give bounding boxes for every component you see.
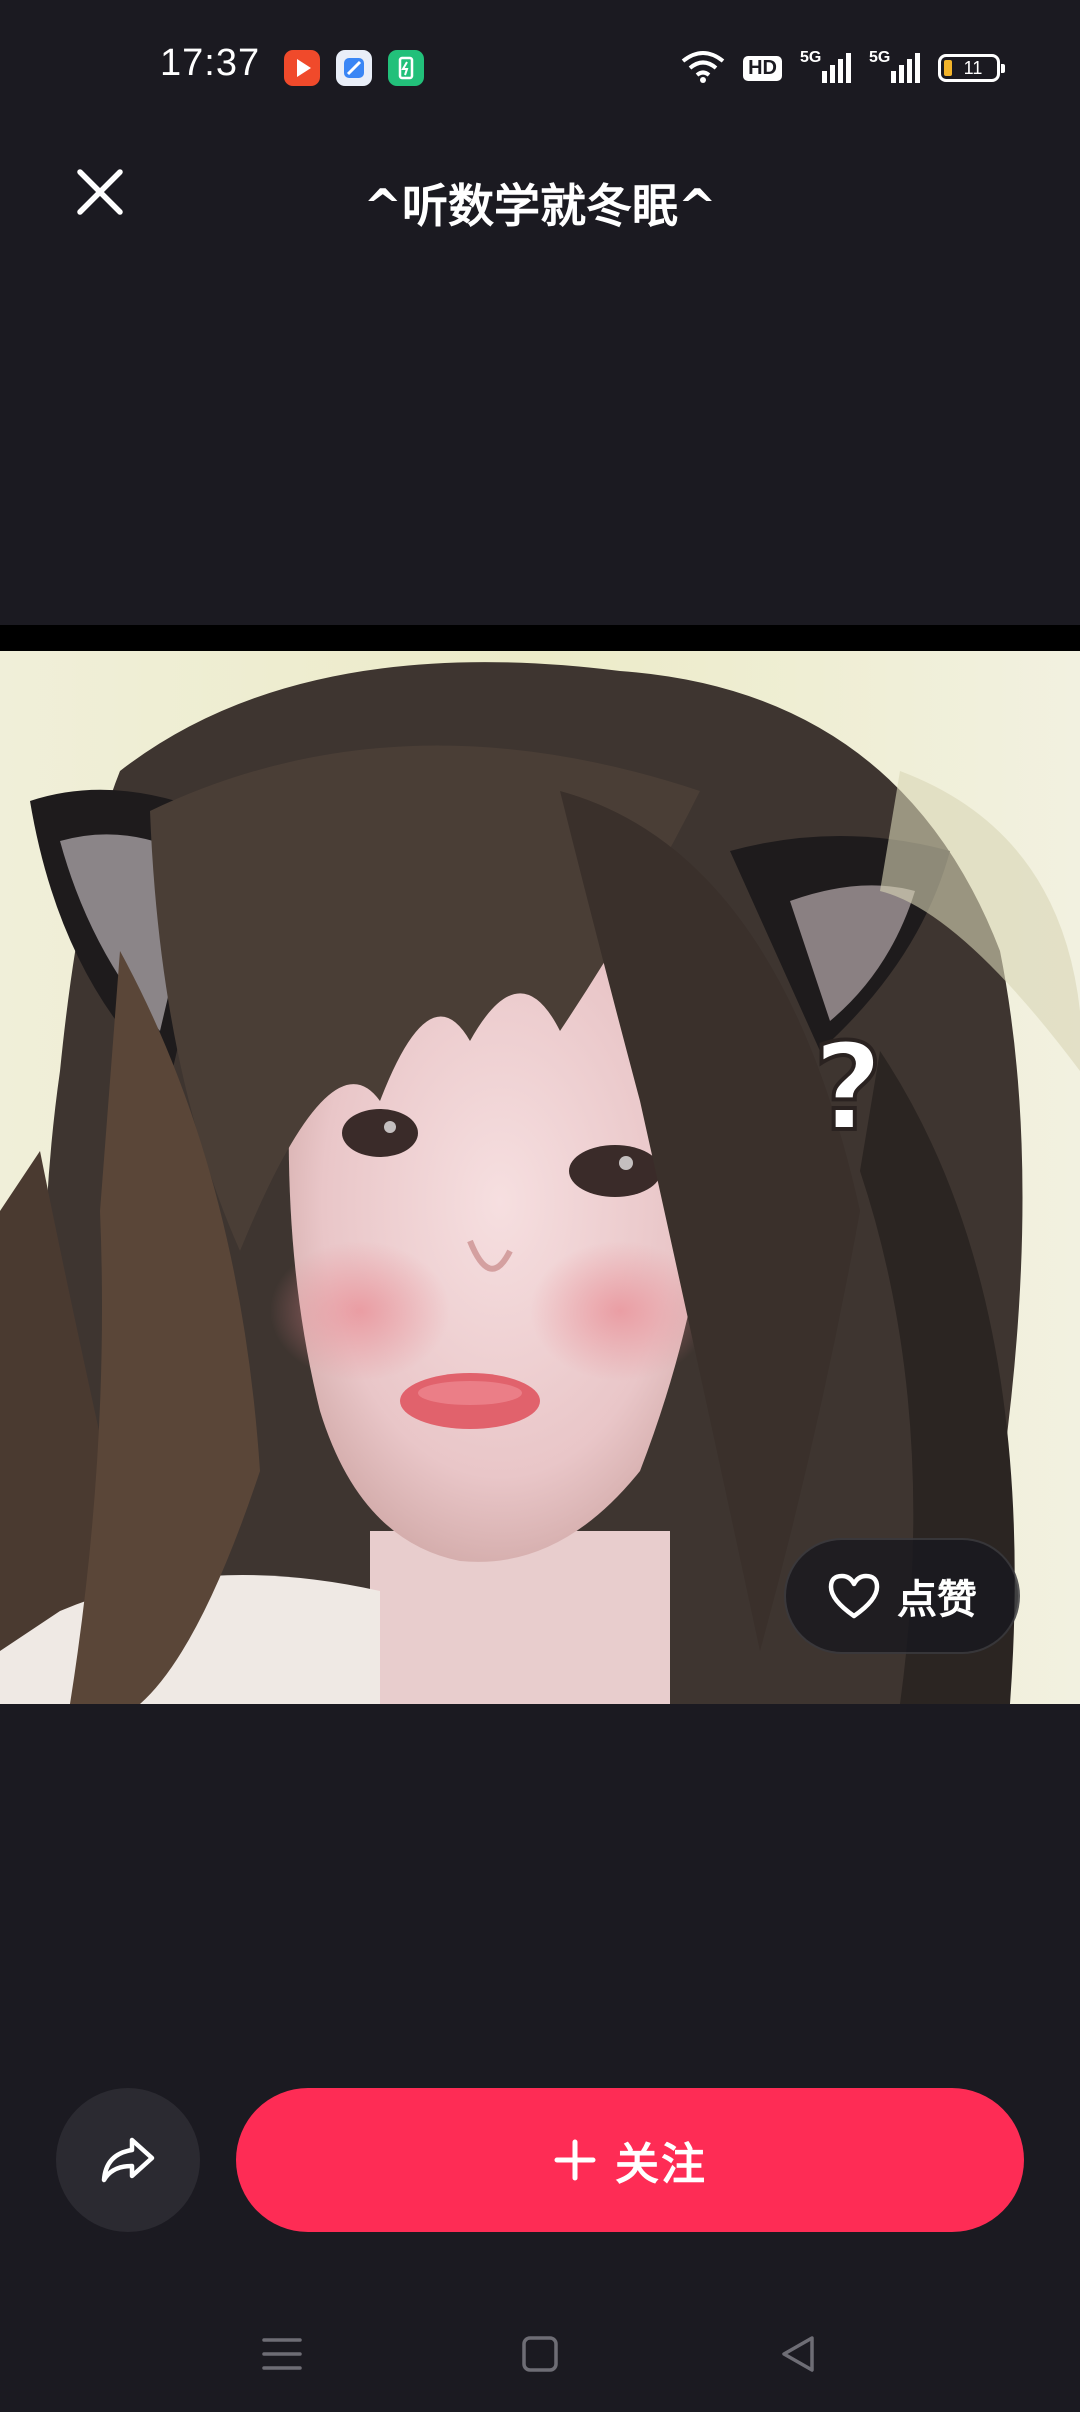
follow-label: 关注 xyxy=(615,2139,707,2190)
like-button[interactable]: 点赞 xyxy=(784,1538,1020,1654)
home-square-icon xyxy=(522,2336,558,2372)
battery-app-notification-icon xyxy=(388,50,424,86)
hd-voice-badge: HD xyxy=(743,55,782,81)
photo-top-border xyxy=(0,625,1080,651)
page-title: ^听数学就冬眠^ xyxy=(363,179,717,233)
home-button[interactable] xyxy=(510,2324,570,2384)
network-type-label: 5G xyxy=(869,49,891,66)
recent-apps-button[interactable] xyxy=(252,2324,312,2384)
system-nav-bar xyxy=(0,2300,1080,2412)
back-triangle-icon xyxy=(782,2336,814,2372)
wifi-icon xyxy=(681,49,725,87)
share-button[interactable] xyxy=(56,2088,200,2232)
top-bar: ^听数学就冬眠^ xyxy=(0,140,1080,260)
back-button[interactable] xyxy=(768,2324,828,2384)
photo-overlay-question-mark: ? xyxy=(813,1019,883,1158)
heart-outline-icon xyxy=(828,1573,880,1619)
network-type-label: 5G xyxy=(800,49,822,66)
signal-strength-icon: 5G xyxy=(800,49,851,83)
browser-app-notification-icon xyxy=(336,50,372,86)
status-bar: 17:37 HD 5G 5G 11 xyxy=(0,0,1080,140)
battery-icon: 11 xyxy=(938,54,1005,82)
battery-level: 11 xyxy=(963,57,983,78)
video-app-notification-icon xyxy=(284,50,320,86)
plus-icon xyxy=(554,2139,596,2181)
follow-button[interactable]: 关注 xyxy=(236,2088,1024,2232)
signal-strength-icon: 5G xyxy=(869,49,920,83)
status-time: 17:37 xyxy=(160,42,261,84)
share-icon xyxy=(101,2137,155,2183)
status-indicators: HD 5G 5G 11 xyxy=(681,48,1005,88)
like-label: 点赞 xyxy=(897,1577,977,1623)
menu-icon xyxy=(262,2338,302,2370)
